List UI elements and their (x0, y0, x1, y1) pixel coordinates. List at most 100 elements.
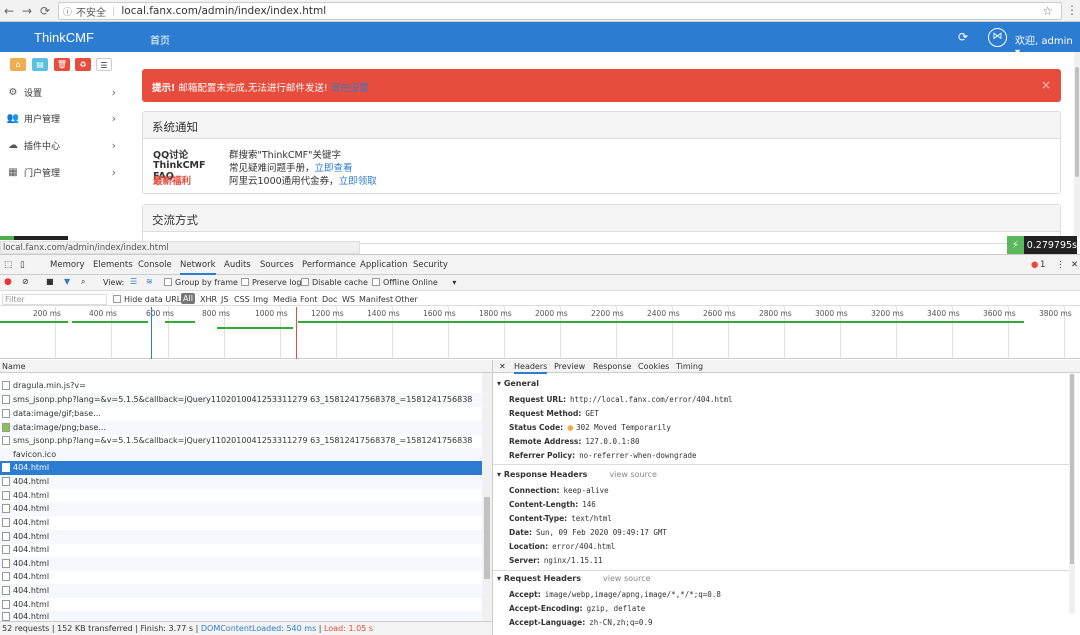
column-header-name[interactable]: Name (0, 360, 492, 373)
tab-response[interactable]: Response (593, 362, 631, 371)
user-menu[interactable]: 欢迎, admin ▾ (1015, 32, 1080, 58)
request-row[interactable]: data:image/png;base... (0, 421, 482, 435)
disable-cache-checkbox[interactable]: Disable cache (301, 278, 368, 287)
sidebar-item-users[interactable]: 👥 用户管理 › (0, 105, 124, 131)
file-quick-button[interactable]: ▤ (32, 58, 48, 71)
tab-memory[interactable]: Memory (50, 260, 85, 270)
list-quick-button[interactable]: ☰ (96, 58, 112, 71)
request-row[interactable]: sms_jsonp.php?lang=&v=5.1.5&callback=jQu… (0, 434, 482, 448)
offline-checkbox[interactable]: Offline (372, 278, 409, 287)
request-list-scrollbar[interactable] (482, 373, 492, 623)
tab-security[interactable]: Security (413, 260, 448, 270)
back-icon[interactable]: ← (0, 4, 18, 18)
network-overview[interactable]: 200 ms 400 ms 600 ms 800 ms 1000 ms 1200… (0, 307, 1080, 359)
preserve-log-checkbox[interactable]: Preserve log (241, 278, 302, 287)
device-toggle-icon[interactable]: ▯ (20, 260, 25, 270)
faq-link[interactable]: 立即查看 (315, 160, 353, 174)
trace-timer[interactable]: ⚡ 0.279795s (1007, 236, 1077, 254)
home-link[interactable]: 首页 (150, 32, 170, 47)
record-icon[interactable]: ● (4, 277, 12, 287)
sidebar-item-settings[interactable]: ⚙ 设置 › (0, 79, 124, 105)
tab-performance[interactable]: Performance (302, 260, 356, 270)
tab-headers[interactable]: Headers (514, 362, 548, 374)
filter-type-all[interactable]: All (181, 293, 195, 304)
request-row[interactable]: 404.html (0, 530, 482, 544)
throttle-select[interactable]: Online ▾ (412, 278, 456, 287)
close-icon[interactable]: × (1041, 78, 1051, 92)
request-row[interactable]: 404.html (0, 557, 482, 571)
request-row[interactable]: 404.html (0, 475, 482, 489)
filter-icon[interactable]: ▼ (64, 277, 70, 286)
alert-settings-link[interactable]: 现在设置 (331, 83, 369, 94)
filter-type-other[interactable]: Other (395, 295, 418, 304)
request-row[interactable]: 404.html (0, 611, 482, 621)
filter-input[interactable]: Filter (2, 294, 107, 305)
filter-type-ws[interactable]: WS (342, 295, 355, 304)
tab-cookies[interactable]: Cookies (638, 362, 669, 371)
filter-type-media[interactable]: Media (273, 295, 297, 304)
recycle-quick-button[interactable]: ♻ (75, 58, 91, 71)
tab-sources[interactable]: Sources (260, 260, 294, 270)
forward-icon[interactable]: → (18, 4, 36, 18)
tab-timing[interactable]: Timing (676, 362, 703, 371)
request-row[interactable]: sms_jsonp.php?lang=&v=5.1.5&callback=jQu… (0, 393, 482, 407)
request-row[interactable]: dragula.min.js?v= (0, 379, 482, 393)
filter-type-xhr[interactable]: XHR (200, 295, 217, 304)
filter-type-manifest[interactable]: Manifest (359, 295, 393, 304)
filter-type-doc[interactable]: Doc (322, 295, 337, 304)
request-headers-section-header[interactable]: ▾ Request Headers view source (497, 574, 651, 583)
bookmark-star-icon[interactable]: ☆ (1042, 4, 1053, 18)
tab-application[interactable]: Application (360, 260, 408, 270)
filter-type-font[interactable]: Font (300, 295, 317, 304)
scrollbar-thumb[interactable] (484, 497, 490, 579)
detail-scrollbar[interactable] (1069, 374, 1075, 614)
camera-icon[interactable]: ■ (46, 277, 54, 286)
request-row[interactable]: 404.html (0, 543, 482, 557)
scrollbar-thumb[interactable] (1075, 67, 1079, 177)
tab-elements[interactable]: Elements (93, 260, 133, 270)
filter-type-img[interactable]: Img (253, 295, 268, 304)
request-row[interactable]: data:image/gif;base... (0, 407, 482, 421)
waterfall-icon[interactable]: ≋ (146, 277, 153, 286)
delete-quick-button[interactable]: 🗑 (54, 58, 70, 71)
home-quick-button[interactable]: ⌂ (10, 58, 26, 71)
clear-icon[interactable]: ⊘ (22, 277, 29, 286)
browser-menu-icon[interactable]: ⋮ (1066, 3, 1078, 17)
view-source-link[interactable]: view source (609, 470, 657, 479)
request-row[interactable]: 404.html (0, 502, 482, 516)
group-by-frame-checkbox[interactable]: Group by frame (164, 278, 238, 287)
hide-data-urls-checkbox[interactable]: Hide data URLs (113, 295, 185, 304)
inspect-icon[interactable]: ⬚ (4, 260, 12, 270)
refresh-icon[interactable]: ⟳ (958, 30, 968, 44)
close-detail-icon[interactable]: ✕ (499, 362, 506, 371)
scrollbar-thumb[interactable] (1070, 374, 1074, 564)
tab-network[interactable]: Network (180, 260, 216, 275)
avatar[interactable]: ⋈ (988, 28, 1007, 47)
general-section-header[interactable]: ▾ General (497, 379, 539, 388)
filter-type-css[interactable]: CSS (234, 295, 250, 304)
search-icon[interactable]: ⌕ (81, 277, 85, 287)
request-row[interactable]: 404.html (0, 570, 482, 584)
request-row-selected[interactable]: 404.html (0, 461, 482, 475)
response-headers-section-header[interactable]: ▾ Response Headers view source (497, 470, 657, 479)
tab-preview[interactable]: Preview (554, 362, 585, 371)
page-scrollbar[interactable] (1074, 52, 1080, 238)
tab-audits[interactable]: Audits (224, 260, 251, 270)
tab-console[interactable]: Console (138, 260, 172, 270)
info-icon[interactable]: ⓘ (63, 5, 72, 18)
request-row[interactable]: 404.html (0, 598, 482, 612)
view-source-link[interactable]: view source (603, 574, 651, 583)
filter-type-js[interactable]: JS (221, 295, 228, 304)
request-row[interactable]: 404.html (0, 489, 482, 503)
request-row[interactable]: favicon.ico (0, 448, 482, 462)
request-row[interactable]: 404.html (0, 516, 482, 530)
close-devtools-icon[interactable]: ✕ (1071, 260, 1078, 270)
request-row[interactable]: 404.html (0, 584, 482, 598)
sidebar-item-plugins[interactable]: ☁ 插件中心 › (0, 132, 124, 158)
welfare-link[interactable]: 立即领取 (339, 173, 377, 187)
address-bar[interactable]: ⓘ 不安全 | local.fanx.com/admin/index/index… (58, 2, 1062, 20)
devtools-menu-icon[interactable]: ⋮ (1056, 260, 1065, 270)
reload-icon[interactable]: ⟳ (36, 4, 54, 18)
sidebar-item-portal[interactable]: ▦ 门户管理 › (0, 159, 124, 185)
error-icon[interactable]: ● (1031, 260, 1038, 270)
